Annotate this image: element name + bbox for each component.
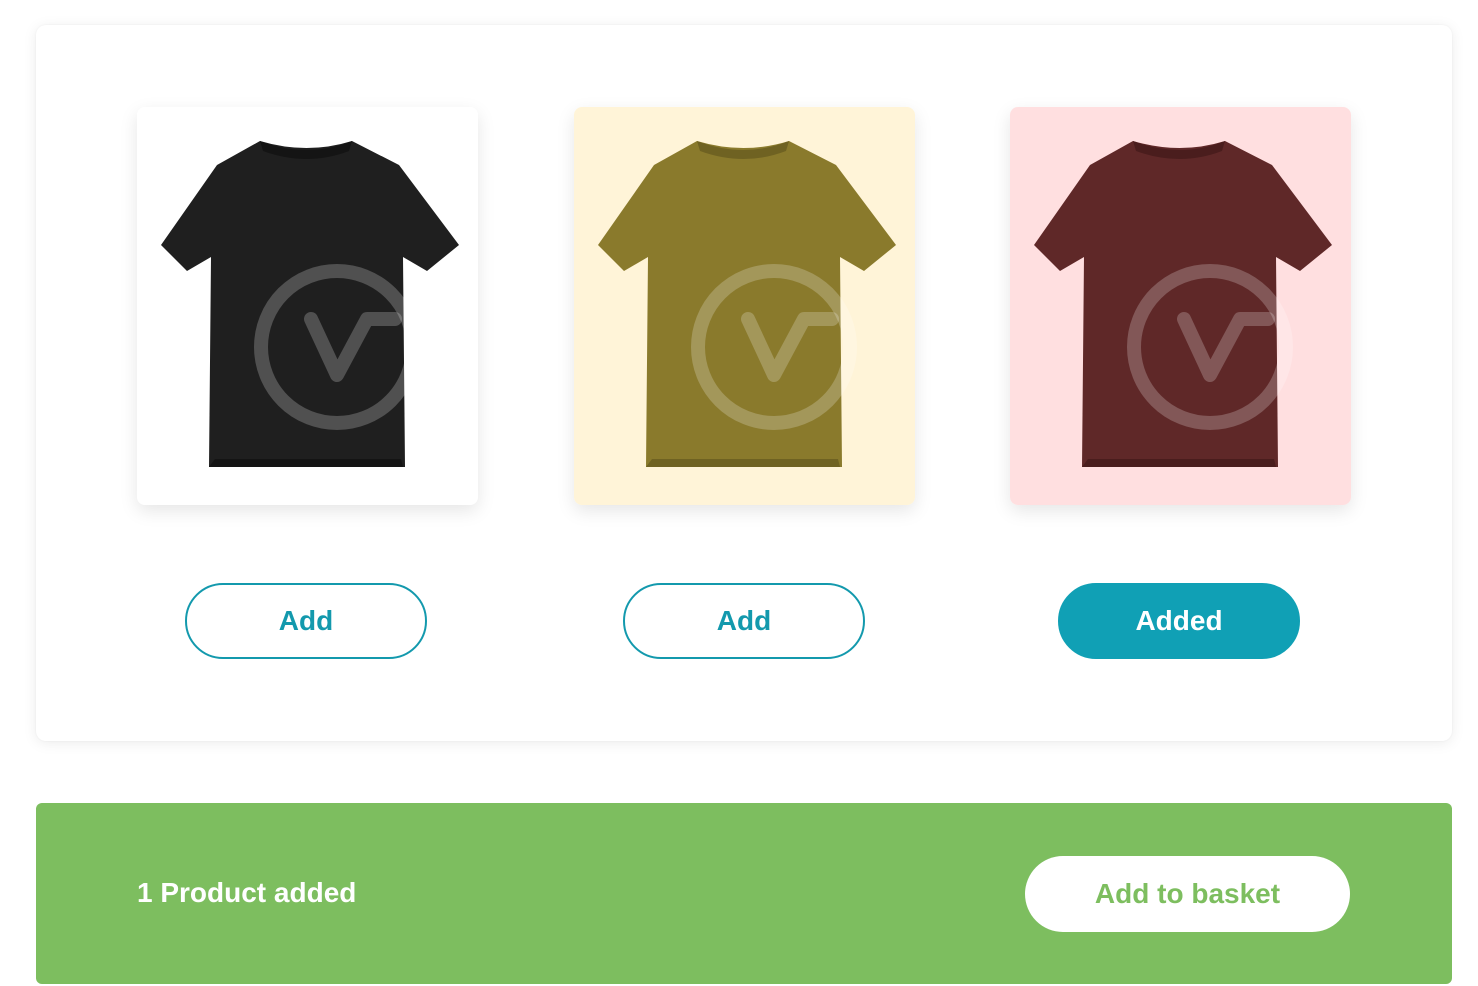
basket-status-text: 1 Product added	[137, 877, 357, 908]
add-button-olive[interactable]: Add	[623, 583, 865, 659]
page: Add Add Added 1 Product added Add to bas…	[0, 0, 1478, 986]
add-button-black[interactable]: Add	[185, 583, 427, 659]
t-shirt-icon	[1010, 107, 1351, 505]
product-card-olive[interactable]	[574, 107, 915, 505]
product-card-maroon[interactable]	[1010, 107, 1351, 505]
products-panel: Add Add Added	[36, 25, 1452, 741]
t-shirt-icon	[137, 107, 478, 505]
added-button-maroon[interactable]: Added	[1058, 583, 1300, 659]
product-card-black[interactable]	[137, 107, 478, 505]
t-shirt-icon	[574, 107, 915, 505]
add-to-basket-button[interactable]: Add to basket	[1025, 856, 1350, 932]
basket-bar: 1 Product added Add to basket	[36, 803, 1452, 984]
